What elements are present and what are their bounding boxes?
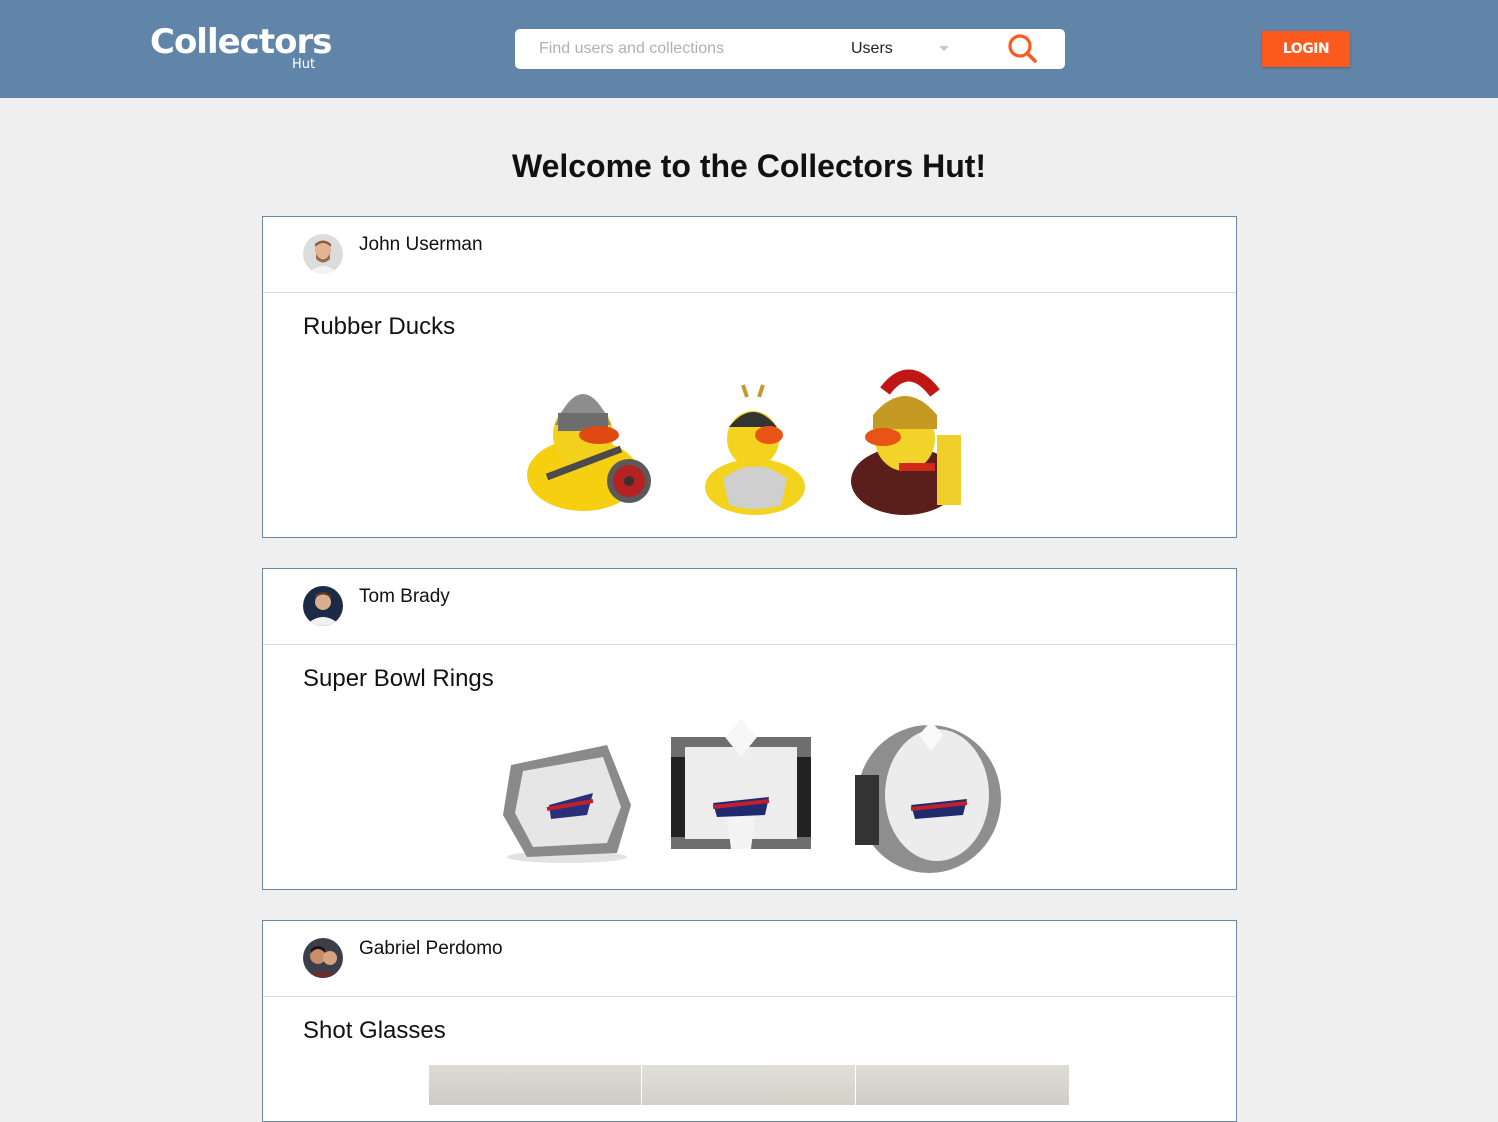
avatar-image bbox=[303, 234, 343, 274]
user-name[interactable]: Tom Brady bbox=[359, 586, 450, 608]
shot-glass-3[interactable] bbox=[856, 1065, 1069, 1105]
logo-subtitle: Hut bbox=[292, 57, 316, 72]
search-filter-value: Users bbox=[851, 40, 893, 57]
ring-image bbox=[671, 719, 811, 849]
collection-title: Shot Glasses bbox=[303, 1017, 446, 1044]
avatar-image bbox=[303, 938, 343, 978]
login-button[interactable]: LOGIN bbox=[1262, 31, 1350, 67]
shot-glass-2[interactable] bbox=[642, 1065, 855, 1105]
collection-title: Super Bowl Rings bbox=[303, 665, 494, 692]
logo-wordmark: Collectors bbox=[150, 22, 332, 62]
avatar-image bbox=[303, 586, 343, 626]
ring-image bbox=[855, 721, 1001, 873]
roman-duck-image bbox=[851, 369, 961, 515]
user-name[interactable]: John Userman bbox=[359, 234, 483, 256]
search-button[interactable] bbox=[1003, 31, 1043, 67]
samurai-duck-image bbox=[705, 384, 805, 515]
viking-duck-image bbox=[527, 394, 651, 511]
top-navigation-bar: Collectors Hut Users LOGIN bbox=[0, 0, 1498, 98]
card-header: Tom Brady bbox=[263, 569, 1236, 645]
samurai-rubber-duck[interactable] bbox=[703, 383, 807, 517]
super-bowl-ring-1[interactable] bbox=[497, 735, 637, 865]
super-bowl-ring-2[interactable] bbox=[665, 717, 817, 869]
card-header: Gabriel Perdomo bbox=[263, 921, 1236, 997]
collection-card: Gabriel Perdomo Shot Glasses bbox=[262, 920, 1237, 1122]
ring-image bbox=[503, 745, 631, 863]
collection-card: Tom Brady Super Bowl Rings bbox=[262, 568, 1237, 890]
collectors-hut-logo[interactable]: Collectors Hut bbox=[150, 20, 332, 76]
page-title: Welcome to the Collectors Hut! bbox=[511, 148, 987, 184]
magnifying-glass-icon bbox=[1008, 34, 1037, 63]
search-bar: Users bbox=[515, 29, 1065, 69]
user-avatar[interactable] bbox=[303, 586, 343, 626]
user-avatar[interactable] bbox=[303, 938, 343, 978]
collection-card: John Userman Rubber Ducks bbox=[262, 216, 1237, 538]
search-filter-dropdown[interactable]: Users bbox=[851, 29, 959, 69]
shot-glass-1[interactable] bbox=[429, 1065, 641, 1105]
user-name[interactable]: Gabriel Perdomo bbox=[359, 938, 503, 960]
viking-rubber-duck[interactable] bbox=[525, 363, 657, 515]
search-input[interactable] bbox=[515, 29, 835, 69]
card-header: John Userman bbox=[263, 217, 1236, 293]
user-avatar[interactable] bbox=[303, 234, 343, 274]
collection-title: Rubber Ducks bbox=[303, 313, 456, 340]
roman-soldier-rubber-duck[interactable] bbox=[849, 363, 963, 517]
super-bowl-ring-3[interactable] bbox=[853, 715, 1001, 875]
caret-down-icon bbox=[939, 46, 949, 51]
